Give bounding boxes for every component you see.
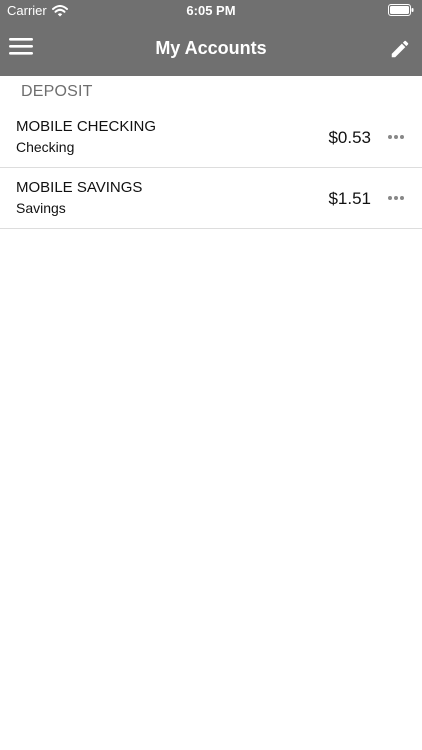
- battery-icon: [388, 4, 414, 16]
- account-name: MOBILE CHECKING: [16, 118, 157, 135]
- top-bar: Carrier 6:05 PM My Accounts: [0, 0, 422, 76]
- more-options-icon[interactable]: [387, 134, 405, 140]
- pencil-icon: [391, 40, 409, 58]
- status-bar: Carrier 6:05 PM: [0, 0, 422, 22]
- accounts-screen: Carrier 6:05 PM My Accounts DEPOSIT MOBI…: [0, 0, 422, 750]
- section-header-deposit: DEPOSIT: [21, 83, 93, 100]
- account-balance: $1.51: [328, 189, 371, 208]
- account-row[interactable]: MOBILE SAVINGS Savings $1.51: [0, 167, 422, 229]
- page-title: My Accounts: [155, 38, 267, 58]
- edit-button[interactable]: [389, 38, 411, 60]
- status-time: 6:05 PM: [186, 3, 236, 18]
- account-row[interactable]: MOBILE CHECKING Checking $0.53: [0, 106, 422, 168]
- navigation-bar: My Accounts: [0, 22, 422, 76]
- account-name: MOBILE SAVINGS: [16, 179, 143, 196]
- more-options-icon[interactable]: [387, 195, 405, 201]
- account-type: Savings: [16, 200, 66, 216]
- account-balance: $0.53: [328, 128, 371, 147]
- account-type: Checking: [16, 139, 75, 155]
